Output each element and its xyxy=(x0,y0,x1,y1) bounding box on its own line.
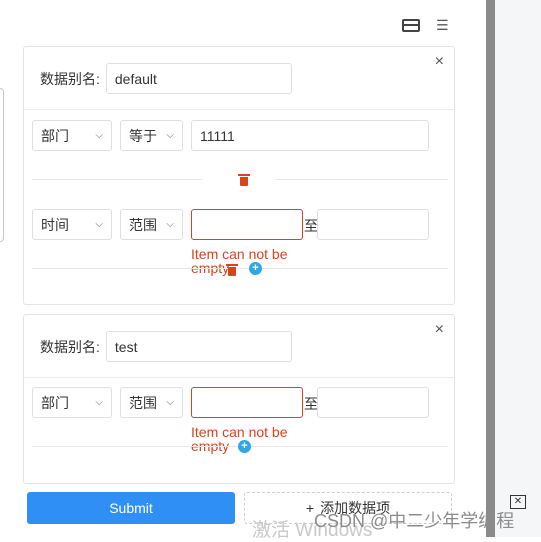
submit-button[interactable]: Submit xyxy=(27,492,235,524)
chevron-down-icon: ⌵ xyxy=(166,130,174,141)
side-panel xyxy=(495,0,541,537)
operator-select-value: 范围 xyxy=(129,216,157,233)
range-separator: 至 xyxy=(304,218,318,234)
scrollbar[interactable] xyxy=(486,0,495,537)
range-start-input[interactable] xyxy=(191,209,303,240)
list-view-icon[interactable]: ☰ xyxy=(436,18,449,32)
operator-select[interactable]: 等于 ⌵ xyxy=(120,120,183,151)
alias-row: 数据别名: default xyxy=(40,63,292,94)
field-select[interactable]: 部门 ⌵ xyxy=(32,120,112,151)
close-icon[interactable]: × xyxy=(435,53,444,71)
add-condition-icon[interactable]: + xyxy=(249,262,262,275)
range-start-input[interactable] xyxy=(191,387,303,418)
divider xyxy=(24,377,454,378)
condition-divider xyxy=(32,268,448,269)
trash-icon[interactable] xyxy=(238,173,250,186)
operator-select-value: 等于 xyxy=(129,127,157,144)
chevron-down-icon: ⌵ xyxy=(166,397,174,408)
csdn-watermark: CSDN @中二少年学编程 xyxy=(314,511,515,531)
operator-select[interactable]: 范围 ⌵ xyxy=(120,209,183,240)
field-select[interactable]: 时间 ⌵ xyxy=(32,209,112,240)
condition-divider xyxy=(32,179,202,180)
field-select[interactable]: 部门 ⌵ xyxy=(32,387,112,418)
condition-divider xyxy=(276,179,448,180)
range-end-input[interactable] xyxy=(317,387,429,418)
operator-select-value: 范围 xyxy=(129,394,157,411)
field-select-value: 部门 xyxy=(41,127,69,144)
operator-select[interactable]: 范围 ⌵ xyxy=(120,387,183,418)
close-window-icon[interactable]: ✕ xyxy=(510,495,526,509)
view-toggle: ☰ xyxy=(402,18,449,32)
close-icon[interactable]: × xyxy=(435,321,444,339)
divider xyxy=(24,109,454,110)
data-item-card: × 数据别名: default 部门 ⌵ 等于 ⌵ 11111 时间 ⌵ 范围 ⌵ 至 … xyxy=(23,46,455,305)
data-item-card: × 数据别名: test 部门 ⌵ 范围 ⌵ 至 Item can not be e… xyxy=(23,314,455,484)
chevron-down-icon: ⌵ xyxy=(95,130,103,141)
chevron-down-icon: ⌵ xyxy=(95,219,103,230)
alias-label: 数据别名: xyxy=(40,70,100,87)
range-end-input[interactable] xyxy=(317,209,429,240)
card-view-icon[interactable] xyxy=(402,18,420,32)
value-input[interactable]: 11111 xyxy=(191,120,429,151)
collapsed-side-tab[interactable] xyxy=(0,88,4,242)
alias-input[interactable]: test xyxy=(105,331,292,362)
plus-icon: + xyxy=(305,500,315,516)
error-message: Item can not be empty xyxy=(191,246,288,276)
chevron-down-icon: ⌵ xyxy=(166,219,174,230)
trash-icon[interactable] xyxy=(226,263,238,276)
field-select-value: 部门 xyxy=(41,394,69,411)
field-select-value: 时间 xyxy=(41,216,69,233)
alias-row: 数据别名: test xyxy=(40,331,292,362)
alias-label: 数据别名: xyxy=(40,338,100,355)
alias-input[interactable]: default xyxy=(105,63,292,94)
range-separator: 至 xyxy=(304,396,318,412)
add-condition-icon[interactable]: + xyxy=(238,440,251,453)
chevron-down-icon: ⌵ xyxy=(95,397,103,408)
